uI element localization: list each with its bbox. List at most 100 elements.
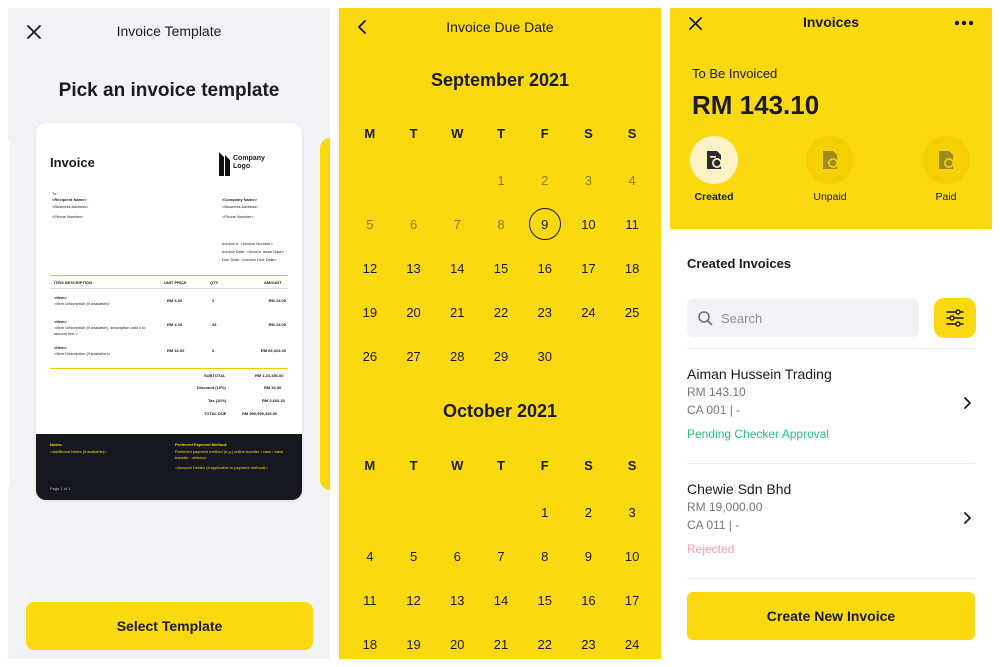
status-created-label: Created <box>694 191 734 203</box>
calendar-day[interactable]: 10 <box>567 202 611 246</box>
calendar-day[interactable]: 17 <box>567 246 611 290</box>
search-input[interactable] <box>721 310 901 326</box>
calendar-day[interactable]: 22 <box>523 622 567 659</box>
item-description: <Item Description (if available)> <box>54 301 111 306</box>
invoice-status: Pending Checker Approval <box>687 427 830 441</box>
more-icon[interactable] <box>952 12 976 34</box>
calendar-day[interactable]: 28 <box>435 334 479 378</box>
calendar-day[interactable]: 7 <box>479 534 523 578</box>
calendar-day[interactable]: 20 <box>392 290 436 334</box>
weekday-label: M <box>364 126 376 141</box>
invoice-row[interactable]: Aiman Hussein Trading RM 143.10 CA 001 | -… <box>687 366 973 474</box>
calendar-day[interactable]: 5 <box>348 202 392 246</box>
day-number: 9 <box>528 208 561 240</box>
calendar-day[interactable]: 10 <box>610 534 654 578</box>
status-unpaid-icon[interactable] <box>806 136 854 184</box>
calendar-day[interactable]: 18 <box>348 622 392 659</box>
calendar-day[interactable]: 6 <box>392 202 436 246</box>
calendar-day[interactable]: 9 <box>523 202 567 246</box>
page-indicator: Page 1 of 1 <box>50 486 71 491</box>
calendar-day[interactable]: 12 <box>348 246 392 290</box>
calendar-day[interactable]: 1 <box>523 490 567 534</box>
calendar-day[interactable]: 16 <box>567 578 611 622</box>
calendar-day[interactable]: 21 <box>479 622 523 659</box>
create-new-invoice-button[interactable]: Create New Invoice <box>687 592 975 640</box>
calendar-day[interactable]: 2 <box>567 490 611 534</box>
status-created-icon[interactable] <box>690 136 738 184</box>
day-number: 10 <box>624 548 640 564</box>
calendar-day[interactable]: 22 <box>479 290 523 334</box>
calendar-day[interactable]: 6 <box>435 534 479 578</box>
invoice-amount: RM 19,000.00 <box>687 500 763 514</box>
calendar-day[interactable]: 4 <box>610 158 654 202</box>
calendar-day[interactable]: 2 <box>523 158 567 202</box>
calendar-day[interactable]: 30 <box>523 334 567 378</box>
calendar-day[interactable]: 19 <box>392 622 436 659</box>
calendar-day[interactable]: 29 <box>479 334 523 378</box>
month-title: October 2021 <box>442 401 558 421</box>
calendar-day[interactable]: 24 <box>610 622 654 659</box>
calendar-day[interactable]: 8 <box>479 202 523 246</box>
calendar-day[interactable]: 27 <box>392 334 436 378</box>
day-number: 11 <box>625 216 639 232</box>
calendar-day[interactable]: 15 <box>523 578 567 622</box>
calendar-day[interactable]: 9 <box>567 534 611 578</box>
calendar-day[interactable]: 20 <box>435 622 479 659</box>
invoice-template-card[interactable]: Invoice Company Logo To : <Recipient Name… <box>36 123 302 500</box>
calendar-day[interactable]: 14 <box>479 578 523 622</box>
close-icon[interactable] <box>684 12 706 34</box>
calendar-day[interactable]: 5 <box>392 534 436 578</box>
calendar-day[interactable]: 26 <box>348 334 392 378</box>
calendar-day[interactable]: 3 <box>567 158 611 202</box>
invoice-name: Chewie Sdn Bhd <box>687 481 792 497</box>
invoice-row[interactable]: Chewie Sdn Bhd RM 19,000.00 CA 011 | - Reje… <box>687 481 973 589</box>
item-description: <Item Description (if available)> <box>54 351 111 356</box>
calendar-day[interactable]: 3 <box>610 490 654 534</box>
back-icon[interactable] <box>351 16 373 38</box>
calendar-day[interactable]: 21 <box>435 290 479 334</box>
calendar-day[interactable]: 25 <box>610 290 654 334</box>
calendar-day[interactable]: 14 <box>435 246 479 290</box>
close-icon[interactable] <box>22 20 46 44</box>
select-template-button[interactable]: Select Template <box>26 602 313 650</box>
calendar-day[interactable]: 7 <box>435 202 479 246</box>
weekday-label: F <box>540 458 549 473</box>
calendar-day[interactable]: 15 <box>479 246 523 290</box>
calendar-day[interactable]: 16 <box>523 246 567 290</box>
calendar-day[interactable]: 1 <box>479 158 523 202</box>
day-number: 5 <box>409 548 418 564</box>
filter-button[interactable] <box>934 298 976 338</box>
calendar-day[interactable]: 13 <box>435 578 479 622</box>
calendar-day[interactable]: 23 <box>523 290 567 334</box>
divider <box>50 275 288 276</box>
day-number: 6 <box>453 548 461 564</box>
calendar-day[interactable]: 11 <box>610 202 654 246</box>
day-number: 20 <box>406 304 421 320</box>
calendar-day[interactable]: 18 <box>610 246 654 290</box>
calendar-day[interactable]: 11 <box>348 578 392 622</box>
recipient-name: <Recipient Name> <box>52 197 87 202</box>
total-label: TOTAL DUE <box>204 411 227 416</box>
day-number: 19 <box>362 304 378 320</box>
calendar-day[interactable]: 19 <box>348 290 392 334</box>
calendar-day[interactable]: 12 <box>392 578 436 622</box>
logo-text: Logo <box>233 163 251 170</box>
empty-cell <box>348 490 392 534</box>
calendar-day[interactable]: 4 <box>348 534 392 578</box>
weekday-label: T <box>497 126 505 141</box>
calendar-day[interactable]: 17 <box>610 578 654 622</box>
previous-template-card[interactable] <box>8 138 10 490</box>
day-number: 9 <box>584 548 593 564</box>
next-template-card[interactable] <box>320 138 330 490</box>
company-logo: Company Logo <box>218 151 278 177</box>
invoice-code: CA 011 | - <box>687 518 740 532</box>
day-number: 21 <box>450 304 465 320</box>
item-qty: 2 <box>212 348 215 353</box>
status-paid-icon[interactable] <box>922 136 970 184</box>
calendar-day[interactable]: 13 <box>392 246 436 290</box>
item-amount: RM 24.00 <box>268 322 286 327</box>
calendar-day[interactable]: 24 <box>567 290 611 334</box>
calendar-day[interactable]: 8 <box>523 534 567 578</box>
calendar-day[interactable]: 23 <box>567 622 611 659</box>
